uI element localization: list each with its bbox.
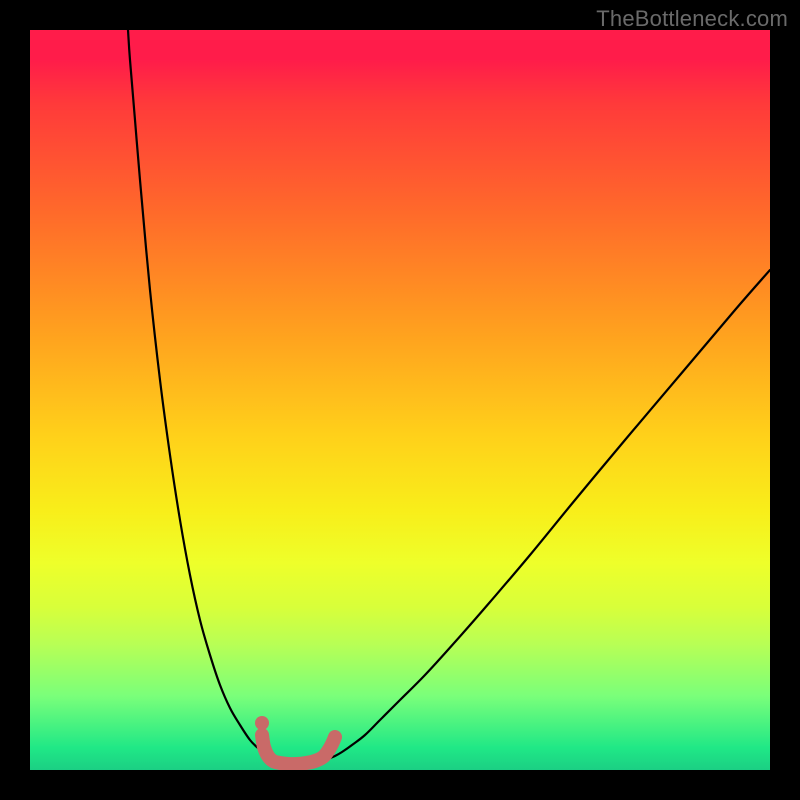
chart-svg <box>30 30 770 770</box>
left-curve-line <box>128 30 280 758</box>
marker-u-line <box>262 735 335 764</box>
marker-dot <box>255 716 269 730</box>
plot-frame <box>30 30 770 770</box>
watermark-text: TheBottleneck.com <box>596 6 788 32</box>
right-curve-line <box>330 270 770 758</box>
